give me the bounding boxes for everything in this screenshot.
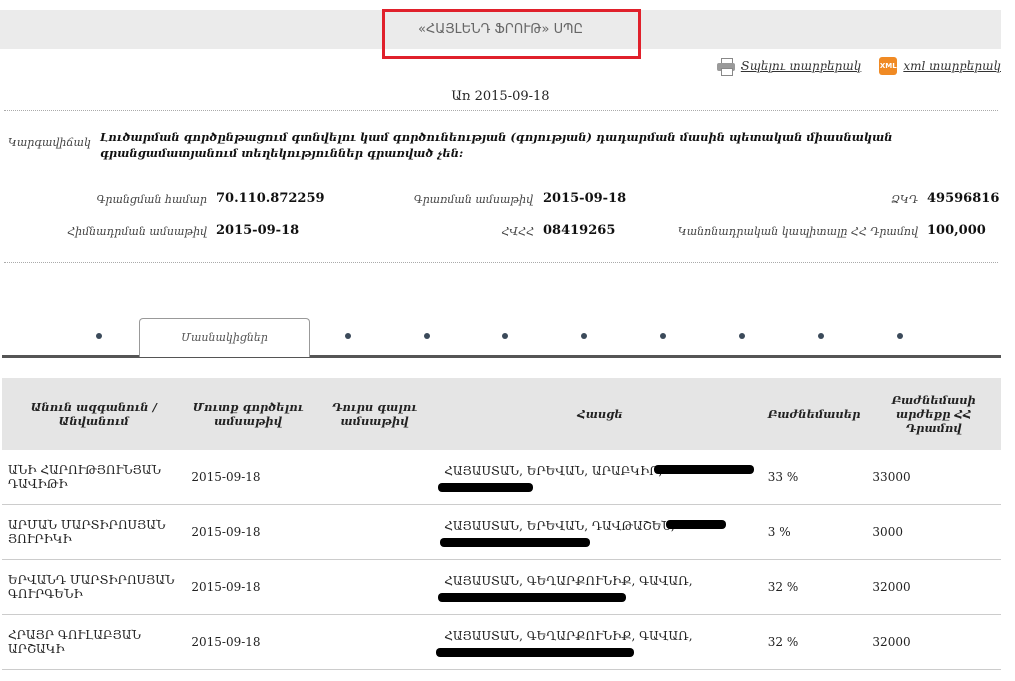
- redaction-mark: [438, 593, 627, 602]
- share-percent: 32 %: [761, 614, 867, 670]
- exit-date: [310, 614, 439, 670]
- redaction-mark: [440, 538, 591, 547]
- exit-date: [310, 450, 439, 505]
- xml-version-link[interactable]: XML xml տարբերակ: [879, 57, 1001, 75]
- tab-dot-1[interactable]: [96, 333, 102, 339]
- tin-value: 08419265: [543, 223, 616, 238]
- address-cell: ՀԱՅԱՍՏԱՆ, ԵՐԵՎԱՆ, ԱՐԱԲԿԻՐ,: [438, 450, 762, 505]
- entry-date: 2015-09-18: [185, 559, 311, 615]
- print-version-link[interactable]: Տպելու տարբերակ: [716, 58, 862, 76]
- capital-label: Կանոնադրական կապիտալը ՀՀ Դրամով: [677, 225, 918, 238]
- capital-value: 100,000: [927, 223, 986, 238]
- highlight-box: [382, 9, 641, 59]
- status-label: Կարգավիճակ: [8, 136, 91, 149]
- shareholder-name: ԱՐՄԱՆ ՄԱՐՏԻՐՈՍՅԱՆ ՅՈՒՐԻԿԻ: [2, 504, 186, 560]
- tab-dot-5[interactable]: [581, 333, 587, 339]
- shareholder-name: ԱՆԻ ՀԱՐՈՒԹՅՈՒՆՅԱՆ ԴԱՎԻԹԻ: [2, 450, 186, 505]
- address-text: ՀԱՅԱՍՏԱՆ, ԳԵՂԱՐՔՈՒՆԻՔ, ԳԱՎԱՌ,: [444, 574, 693, 588]
- exit-date: [310, 559, 439, 615]
- address-text: ՀԱՅԱՍՏԱՆ, ԳԵՂԱՐՔՈՒՆԻՔ, ԳԱՎԱՌ,: [444, 629, 693, 643]
- xml-icon: XML: [879, 57, 898, 75]
- entry-date: 2015-09-18: [185, 504, 311, 560]
- as-of-date: Առ 2015-09-18: [451, 89, 550, 104]
- shareholders-table: Անուն ազգանուն / Անվանում Մուտք գործելու…: [2, 378, 1001, 670]
- printer-icon: [716, 58, 735, 76]
- export-actions: Տպելու տարբերակ XML xml տարբերակ: [716, 57, 1001, 76]
- redaction-mark: [666, 520, 727, 529]
- divider: [4, 110, 998, 111]
- reg-number-value: 70.110.872259: [216, 191, 325, 206]
- header-address: Հասցե: [438, 378, 762, 450]
- tab-dot-8[interactable]: [818, 333, 824, 339]
- header-exit-date: Դուրս գալու ամսաթիվ: [310, 378, 439, 450]
- tab-dot-9[interactable]: [897, 333, 903, 339]
- header-share-value: Բաժնեմասի արժեքը ՀՀ Դրամով: [866, 378, 1001, 450]
- tab-shareholders[interactable]: Մասնակիցներ: [139, 318, 310, 357]
- tab-dot-4[interactable]: [502, 333, 508, 339]
- tab-dot-3[interactable]: [424, 333, 430, 339]
- entry-date: 2015-09-18: [185, 614, 311, 670]
- header-entry-date: Մուտք գործելու ամսաթիվ: [185, 378, 311, 450]
- share-value: 32000: [866, 614, 1001, 670]
- share-percent: 33 %: [761, 450, 867, 505]
- address-cell: ՀԱՅԱՍՏԱՆ, ԳԵՂԱՐՔՈՒՆԻՔ, ԳԱՎԱՌ,: [438, 559, 762, 615]
- share-percent: 32 %: [761, 559, 867, 615]
- founding-date-value: 2015-09-18: [216, 223, 300, 238]
- share-value: 3000: [866, 504, 1001, 560]
- status-text: Լուծարման գործընթացում գտնվելու կամ գործ…: [100, 130, 893, 160]
- founding-date-label: Հիմնադրման ամսաթիվ: [67, 225, 207, 238]
- table-row: ԵՐՎԱՆԴ ՄԱՐՏԻՐՈՍՅԱՆ ԳՈՒՐԳԵՆԻ 2015-09-18 Հ…: [2, 559, 1001, 615]
- share-value: 32000: [866, 559, 1001, 615]
- tax-code-value: 49596816: [927, 191, 1000, 206]
- address-cell: ՀԱՅԱՍՏԱՆ, ԵՐԵՎԱՆ, ԴԱՎԹԱՇԵՆ,: [438, 504, 762, 560]
- exit-date: [310, 504, 439, 560]
- print-version-label[interactable]: Տպելու տարբերակ: [741, 59, 862, 73]
- table-row: ԱՆԻ ՀԱՐՈՒԹՅՈՒՆՅԱՆ ԴԱՎԻԹԻ 2015-09-18 ՀԱՅԱ…: [2, 450, 1001, 505]
- redaction-mark: [654, 465, 755, 474]
- table-row: ԱՐՄԱՆ ՄԱՐՏԻՐՈՍՅԱՆ ՅՈՒՐԻԿԻ 2015-09-18 ՀԱՅ…: [2, 504, 1001, 560]
- share-percent: 3 %: [761, 504, 867, 560]
- reg-date-label: Գրառման ամսաթիվ: [413, 193, 533, 206]
- reg-date-value: 2015-09-18: [543, 191, 627, 206]
- redaction-mark: [436, 648, 635, 657]
- tab-dot-6[interactable]: [660, 333, 666, 339]
- table-header-row: Անուն ազգանուն / Անվանում Մուտք գործելու…: [2, 378, 1001, 450]
- entry-date: 2015-09-18: [185, 450, 311, 505]
- redaction-mark: [438, 483, 534, 492]
- tab-dot-7[interactable]: [739, 333, 745, 339]
- shareholder-name: ԵՐՎԱՆԴ ՄԱՐՏԻՐՈՍՅԱՆ ԳՈՒՐԳԵՆԻ: [2, 559, 186, 615]
- reg-number-label: Գրանցման համար: [96, 193, 208, 206]
- tin-label: ՀՎՀՀ: [501, 225, 534, 238]
- header-name: Անուն ազգանուն / Անվանում: [2, 378, 186, 450]
- address-cell: ՀԱՅԱՍՏԱՆ, ԳԵՂԱՐՔՈՒՆԻՔ, ԳԱՎԱՌ,: [436, 614, 762, 670]
- xml-version-label[interactable]: xml տարբերակ: [903, 59, 1001, 73]
- divider: [4, 262, 998, 263]
- tax-code-label: ՁԿԴ: [891, 193, 918, 206]
- header-share: Բաժնեմասեր: [761, 378, 867, 450]
- share-value: 33000: [866, 450, 1001, 505]
- shareholder-name: ՀՐԱՅՐ ԳՈՒԼԱԲՅԱՆ ԱՐՇԱԿԻ: [2, 614, 186, 670]
- tab-dot-2[interactable]: [345, 333, 351, 339]
- table-row: ՀՐԱՅՐ ԳՈՒԼԱԲՅԱՆ ԱՐՇԱԿԻ 2015-09-18 ՀԱՅԱՍՏ…: [2, 614, 1001, 670]
